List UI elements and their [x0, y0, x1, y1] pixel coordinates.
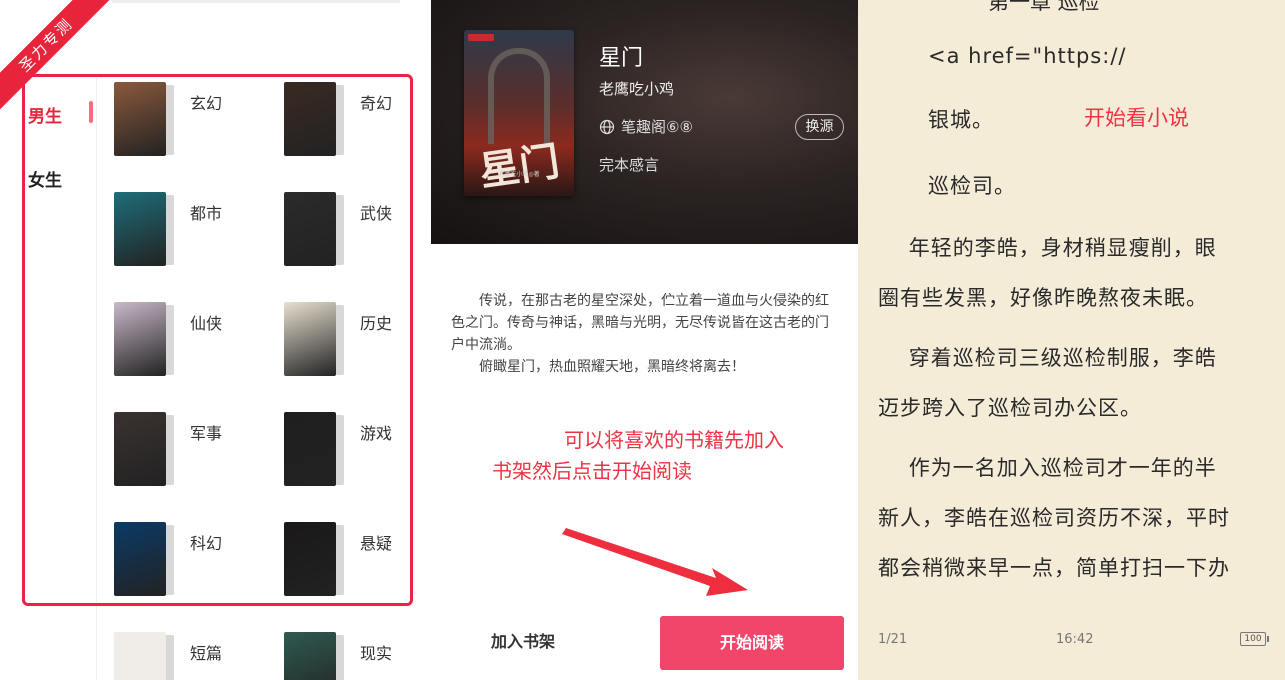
category-label: 短篇	[190, 644, 223, 663]
cover-image	[284, 522, 336, 596]
category-cover	[114, 82, 174, 156]
category-item[interactable]: 科幻	[114, 522, 284, 600]
category-panel: 圣力专测 男生 女生 玄幻 奇幻都市 武侠仙侠 历史军事 游戏科幻 悬疑九十五号 短篇 现实	[0, 0, 430, 680]
category-label: 科幻	[190, 534, 223, 553]
add-to-shelf-button[interactable]: 加入书架	[491, 628, 555, 652]
sidebar-divider	[96, 78, 97, 680]
category-cover	[114, 522, 174, 596]
cover-author: 老鹰吃小鸡◎著	[498, 171, 540, 178]
cover-image	[114, 302, 166, 376]
cover-image	[284, 192, 336, 266]
reader-line: 新人，李皓在巡检司资历不深，平时	[878, 506, 1230, 530]
book-cover[interactable]: 星门 老鹰吃小鸡◎著	[464, 30, 574, 196]
category-label: 都市	[190, 204, 223, 223]
category-item[interactable]: 武侠	[284, 192, 430, 270]
tab-male[interactable]: 男生	[28, 102, 62, 127]
reader-line: 作为一名加入巡检司才一年的半	[878, 456, 1217, 480]
category-cover	[114, 302, 174, 376]
bottom-action-bar: 加入书架 开始阅读	[431, 606, 858, 680]
category-label: 奇幻	[360, 94, 393, 113]
book-detail-panel: 星门 老鹰吃小鸡◎著 星门 老鹰吃小鸡 笔趣阁⑥⑧ 换源 完本感言 传说，在那古…	[431, 0, 858, 680]
category-cover	[284, 412, 344, 486]
category-cover	[284, 632, 344, 680]
cover-image	[284, 302, 336, 376]
cover-image	[114, 82, 166, 156]
cut-off-line: 第一章 巡检	[988, 0, 1100, 14]
reader-line: <a href="https://	[928, 44, 1127, 68]
cover-image: 九十五号	[114, 632, 166, 680]
category-label: 游戏	[360, 424, 393, 443]
category-item[interactable]: 奇幻	[284, 82, 430, 160]
cover-image	[284, 412, 336, 486]
book-author[interactable]: 老鹰吃小鸡	[599, 78, 674, 99]
category-cover	[284, 82, 344, 156]
category-cover	[114, 412, 174, 486]
book-intro: 传说，在那古老的星空深处，伫立着一道血与火侵染的红色之门。传奇与神话，黑暗与光明…	[451, 290, 839, 378]
category-item[interactable]: 现实	[284, 632, 430, 680]
category-cover	[284, 192, 344, 266]
globe-icon	[599, 119, 615, 134]
reader-line: 穿着巡检司三级巡检制服，李皓	[878, 346, 1217, 370]
category-label: 玄幻	[190, 94, 223, 113]
category-label: 现实	[360, 644, 393, 663]
cover-image	[114, 522, 166, 596]
reader-line: 都会稍微来早一点，简单打扫一下办	[878, 556, 1230, 580]
category-cover: 九十五号	[114, 632, 174, 680]
source-row: 笔趣阁⑥⑧	[599, 116, 693, 137]
annotation-line-2: 书架然后点击开始阅读	[492, 459, 692, 483]
page-indicator: 1/21	[878, 632, 908, 647]
swap-source-button[interactable]: 换源	[795, 114, 844, 140]
book-status[interactable]: 完本感言	[599, 154, 659, 175]
clock: 16:42	[1056, 632, 1094, 647]
category-label: 仙侠	[190, 314, 223, 333]
source-name: 笔趣阁⑥⑧	[621, 118, 693, 136]
category-cover	[284, 522, 344, 596]
cover-title: 星门	[476, 137, 563, 196]
reader-line: 圈有些发黑，好像昨晚熬夜未眠。	[878, 286, 1208, 310]
intro-paragraph: 俯瞰星门，热血照耀天地，黑暗终将离去！	[479, 359, 745, 375]
start-reading-button[interactable]: 开始阅读	[660, 616, 844, 670]
reader-line: 迈步跨入了巡检司办公区。	[878, 396, 1142, 420]
reader-line: 银城。	[928, 108, 994, 132]
category-item[interactable]: 玄幻	[114, 82, 284, 160]
category-item[interactable]: 都市	[114, 192, 284, 270]
book-hero-header: 星门 老鹰吃小鸡◎著 星门 老鹰吃小鸡 笔趣阁⑥⑧ 换源 完本感言	[431, 0, 858, 244]
reader-line: 巡检司。	[928, 174, 1016, 198]
category-label: 武侠	[360, 204, 393, 223]
intro-paragraph: 传说，在那古老的星空深处，伫立着一道血与火侵染的红色之门。传奇与神话，黑暗与光明…	[451, 293, 829, 353]
battery-tip	[1267, 636, 1269, 642]
category-item[interactable]: 九十五号 短篇	[114, 632, 284, 680]
cover-image	[114, 192, 166, 266]
category-cover	[114, 192, 174, 266]
category-item[interactable]: 历史	[284, 302, 430, 380]
test-ribbon: 圣力专测	[0, 0, 119, 118]
category-item[interactable]: 游戏	[284, 412, 430, 490]
annotation-arrow	[562, 528, 748, 596]
category-item[interactable]: 仙侠	[114, 302, 284, 380]
battery-icon: 100	[1240, 632, 1266, 646]
reader-line: 年轻的李皓，身材稍显瘦削，眼	[878, 236, 1217, 260]
category-label: 军事	[190, 424, 223, 443]
category-item[interactable]: 悬疑	[284, 522, 430, 600]
top-divider	[112, 0, 400, 3]
cover-image	[114, 412, 166, 486]
tab-female[interactable]: 女生	[28, 166, 62, 191]
reader-panel[interactable]: 第一章 巡检 <a href="https:// 银城。巡检司。 年轻的李皓，身材…	[858, 0, 1285, 680]
cover-badge	[468, 34, 494, 41]
annotation-line-1: 可以将喜欢的书籍先加入	[564, 428, 784, 452]
category-label: 历史	[360, 314, 393, 333]
reader-annotation: 开始看小说	[1084, 106, 1189, 130]
cover-image	[284, 82, 336, 156]
book-title: 星门	[599, 46, 644, 71]
cover-image	[284, 632, 336, 680]
category-label: 悬疑	[360, 534, 393, 553]
category-item[interactable]: 军事	[114, 412, 284, 490]
active-tab-marker	[89, 101, 93, 123]
category-cover	[284, 302, 344, 376]
